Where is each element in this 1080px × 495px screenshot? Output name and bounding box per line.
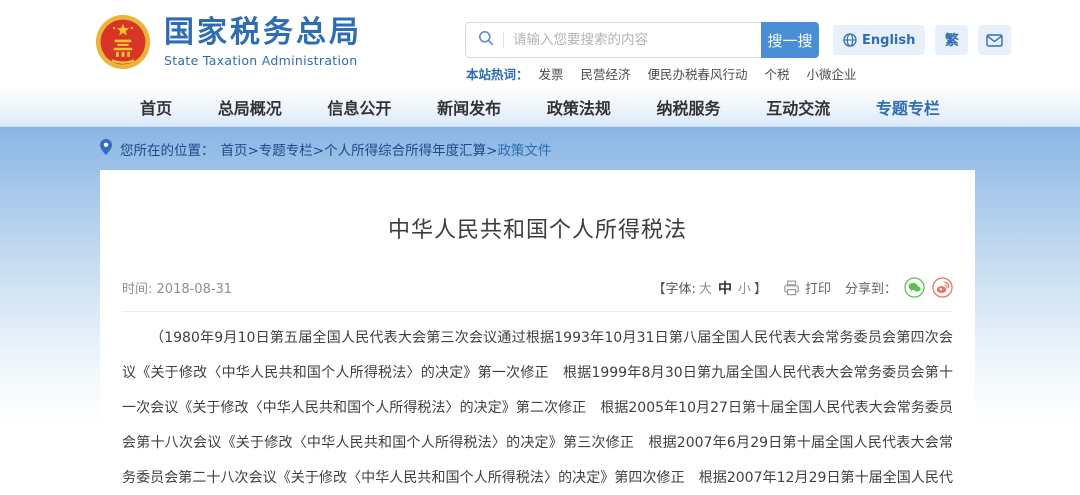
search-input[interactable] xyxy=(513,32,761,48)
print-button[interactable]: 打印 xyxy=(783,278,831,297)
nav-item-overview[interactable]: 总局概况 xyxy=(218,95,282,119)
hot-word-link[interactable]: 小微企业 xyxy=(807,67,857,82)
wechat-share-icon[interactable] xyxy=(904,277,925,298)
national-emblem-icon xyxy=(95,14,151,70)
hot-word-link[interactable]: 发票 xyxy=(539,67,564,82)
main-nav: 首页 总局概况 信息公开 新闻发布 政策法规 纳税服务 互动交流 专题专栏 xyxy=(0,88,1080,127)
search-button[interactable]: 搜一搜 xyxy=(761,22,819,58)
article-tools: 【字体: 大 中 小 】 打印 分享到： xyxy=(653,277,953,298)
font-size-suffix: 】 xyxy=(754,278,767,297)
nav-item-interaction[interactable]: 互动交流 xyxy=(766,95,830,119)
hot-word-link[interactable]: 个税 xyxy=(765,67,790,82)
logo-text: 国家税务总局 State Taxation Administration xyxy=(164,16,362,68)
breadcrumb-label: 您所在的位置： xyxy=(120,139,215,159)
article-card: 中华人民共和国个人所得税法 时间: 2018-08-31 【字体: 大 中 小 … xyxy=(100,170,975,495)
hot-words: 本站热词： 发票 民营经济 便民办税春风行动 个税 小微企业 xyxy=(466,64,870,83)
nav-item-home[interactable]: 首页 xyxy=(140,95,172,119)
english-button-label: English xyxy=(862,33,915,48)
article-meta: 时间: 2018-08-31 【字体: 大 中 小 】 打印 分享到： xyxy=(122,277,953,312)
search-row: 搜一搜 English 繁 xyxy=(465,22,1011,58)
nav-item-info-disclosure[interactable]: 信息公开 xyxy=(327,95,391,119)
article-date: 时间: 2018-08-31 xyxy=(122,278,232,297)
site-logo[interactable]: 国家税务总局 State Taxation Administration xyxy=(95,14,362,70)
article-title: 中华人民共和国个人所得税法 xyxy=(100,212,975,244)
hot-words-label: 本站热词： xyxy=(466,67,529,82)
mail-icon xyxy=(986,34,1003,47)
sta-website-page: 国家税务总局 State Taxation Administration 搜一搜… xyxy=(0,0,1080,495)
hot-word-link[interactable]: 民营经济 xyxy=(581,67,631,82)
nav-item-tax-services[interactable]: 纳税服务 xyxy=(657,95,721,119)
print-label: 打印 xyxy=(805,278,831,297)
quick-buttons: English 繁 xyxy=(833,25,1011,55)
breadcrumb-path[interactable]: 首页>专题专栏>个人所得综合所得年度汇算> xyxy=(221,139,498,159)
font-size-medium-button[interactable]: 中 xyxy=(718,278,732,298)
site-name-english: State Taxation Administration xyxy=(164,53,362,68)
weibo-share-icon[interactable] xyxy=(932,277,953,298)
location-pin-icon xyxy=(100,139,112,159)
breadcrumb-current[interactable]: 政策文件 xyxy=(497,139,551,159)
printer-icon xyxy=(783,280,800,296)
site-name: 国家税务总局 xyxy=(164,16,362,49)
search-icon xyxy=(478,30,494,50)
font-size-small-button[interactable]: 小 xyxy=(738,278,751,297)
content-area: 您所在的位置： 首页>专题专栏>个人所得综合所得年度汇算> 政策文件 中华人民共… xyxy=(0,127,1080,495)
date-value: 2018-08-31 xyxy=(157,282,233,297)
traditional-chinese-button[interactable]: 繁 xyxy=(935,25,968,55)
mail-button[interactable] xyxy=(978,25,1011,55)
nav-item-special-topics[interactable]: 专题专栏 xyxy=(876,95,940,119)
share-icons xyxy=(904,277,953,298)
nav-item-policies[interactable]: 政策法规 xyxy=(547,95,611,119)
globe-icon xyxy=(843,33,857,47)
share-label: 分享到： xyxy=(845,278,897,297)
search-box[interactable] xyxy=(465,22,761,58)
search-divider xyxy=(503,32,504,48)
breadcrumb: 您所在的位置： 首页>专题专栏>个人所得综合所得年度汇算> 政策文件 xyxy=(0,127,1080,170)
hot-word-link[interactable]: 便民办税春风行动 xyxy=(648,67,748,82)
date-label: 时间: xyxy=(122,282,152,297)
font-size-large-button[interactable]: 大 xyxy=(699,278,712,297)
article-body: （1980年9月10日第五届全国人民代表大会第三次会议通过根据1993年10月3… xyxy=(122,321,953,495)
site-header: 国家税务总局 State Taxation Administration 搜一搜… xyxy=(0,0,1080,88)
font-size-prefix: 【字体: xyxy=(653,278,696,297)
nav-item-news[interactable]: 新闻发布 xyxy=(437,95,501,119)
english-button[interactable]: English xyxy=(833,25,925,55)
